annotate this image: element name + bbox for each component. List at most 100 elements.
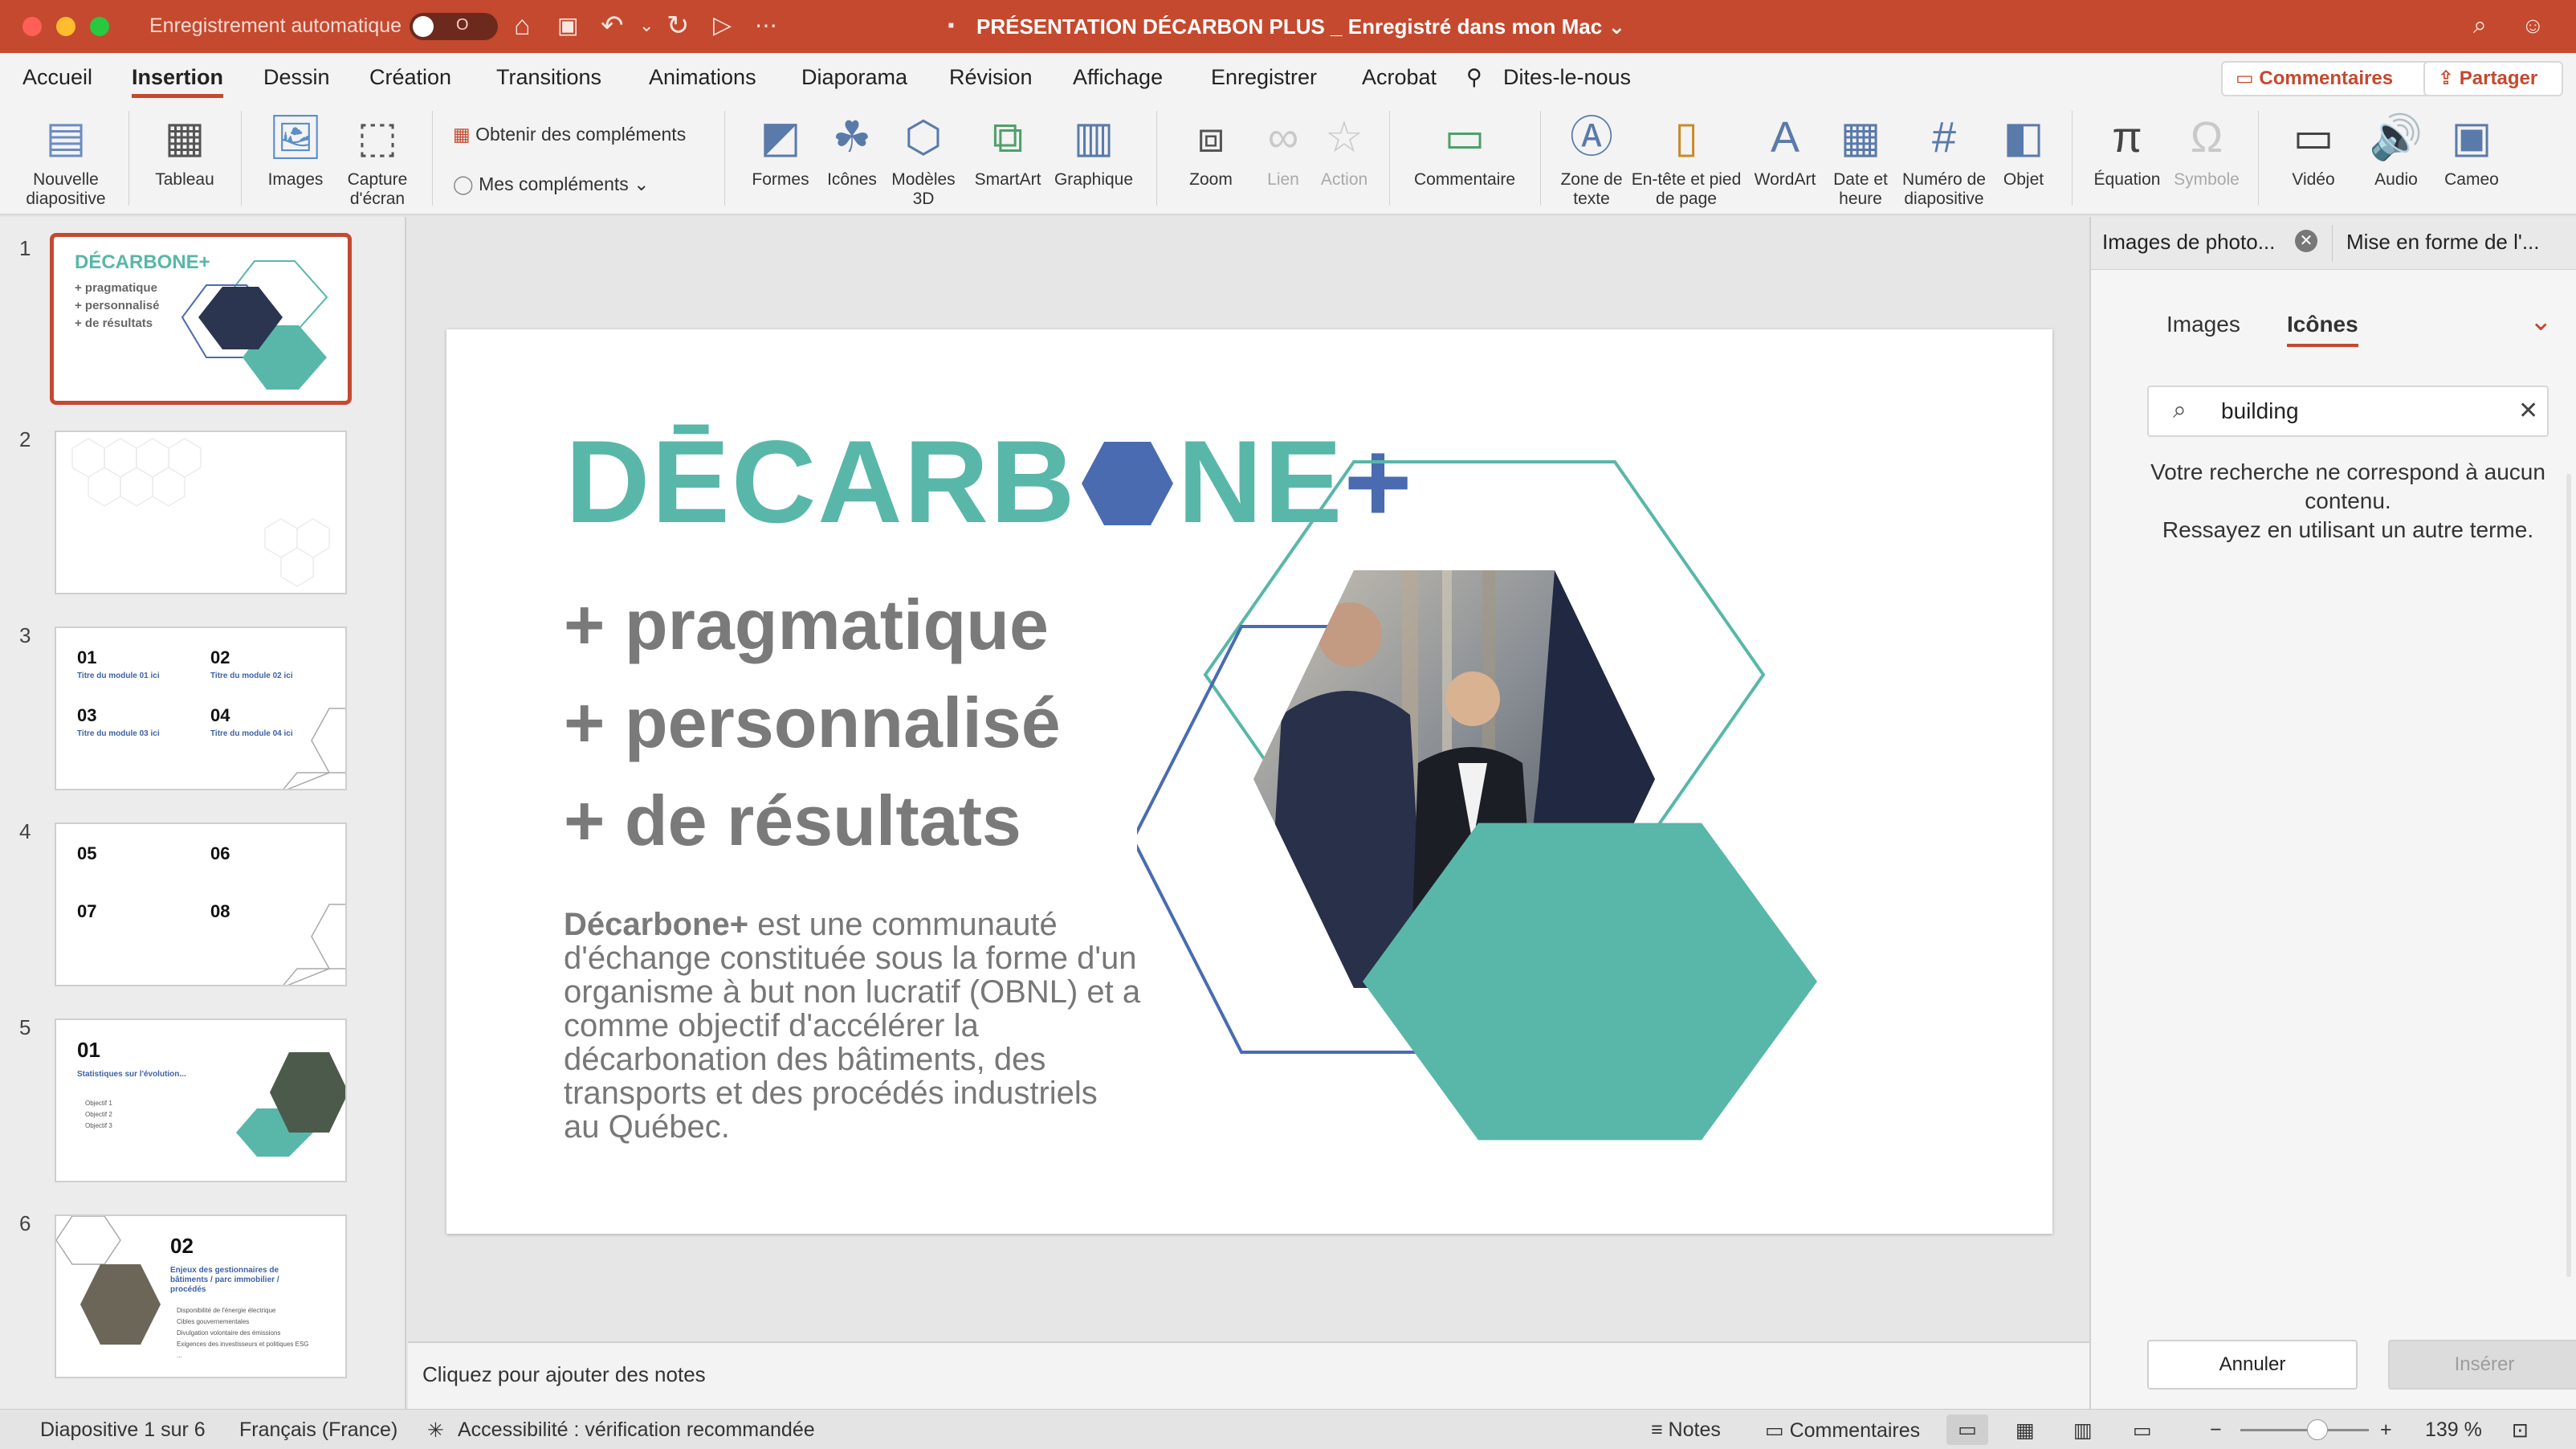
- tab-dessin[interactable]: Dessin: [263, 63, 330, 92]
- insert-button[interactable]: Insérer: [2388, 1340, 2576, 1390]
- get-addins-button[interactable]: ▦ Obtenir des compléments: [453, 122, 686, 146]
- share-person-icon[interactable]: ☺: [2521, 10, 2545, 42]
- accessibility-status[interactable]: Accessibilité : vérification recommandée: [458, 1418, 815, 1442]
- tab-enregistrer[interactable]: Enregistrer: [1211, 63, 1317, 92]
- powerpoint-file-icon: ▪: [948, 14, 955, 36]
- screenshot-button[interactable]: ⬚ Capture d'écran: [337, 109, 418, 209]
- zoom-level[interactable]: 139 %: [2425, 1418, 2482, 1442]
- my-addins-button[interactable]: ◯ Mes compléments ⌄: [453, 172, 649, 196]
- audio-button[interactable]: 🔊 Audio: [2358, 109, 2435, 190]
- ribbon-separator: [724, 111, 725, 206]
- notes-placeholder[interactable]: Cliquez pour ajouter des notes: [422, 1362, 706, 1387]
- cameo-button[interactable]: ▣ Cameo: [2433, 109, 2510, 190]
- tab-tell-me[interactable]: Dites-le-nous: [1503, 63, 1631, 92]
- slide-thumbnail-5[interactable]: 01 Statistiques sur l'évolution... Objec…: [55, 1018, 347, 1182]
- tab-diaporama[interactable]: Diaporama: [801, 63, 907, 92]
- object-button[interactable]: ◧ Objet: [1990, 109, 2057, 190]
- search-icon[interactable]: ⌕: [2473, 10, 2487, 42]
- slide-number-button[interactable]: # Numéro de diapositive: [1893, 109, 1995, 209]
- slide-hexagon-graphic[interactable]: [1137, 329, 1940, 1234]
- symbol-button[interactable]: Ω Symbole: [2168, 109, 2245, 190]
- equation-button[interactable]: π Équation: [2083, 109, 2171, 190]
- tab-insertion[interactable]: Insertion: [132, 63, 224, 98]
- ribbon-separator: [1540, 111, 1541, 206]
- header-footer-button[interactable]: ▯ En-tête et pied de page: [1630, 109, 1742, 209]
- tab-animations[interactable]: Animations: [649, 63, 756, 92]
- fit-slide-icon[interactable]: ⊡: [2512, 1418, 2529, 1443]
- undo-dropdown-icon[interactable]: ⌄: [639, 10, 654, 42]
- slide-sorter-view-button[interactable]: ▦: [2016, 1418, 2035, 1443]
- icon-search-input[interactable]: [2221, 395, 2494, 427]
- chart-button[interactable]: ▥ Graphique: [1049, 109, 1139, 190]
- pane-tab-stock-images[interactable]: Images de photo...: [2102, 230, 2275, 255]
- slideshow-view-button[interactable]: ▭: [2133, 1418, 2152, 1443]
- cancel-button[interactable]: Annuler: [2147, 1340, 2358, 1390]
- document-title[interactable]: PRÉSENTATION DÉCARBON PLUS _ Enregistré …: [976, 14, 1625, 39]
- redo-icon[interactable]: ↻: [666, 10, 690, 42]
- close-pane-icon[interactable]: ✕: [2295, 230, 2317, 252]
- maximize-window-button[interactable]: [90, 17, 109, 36]
- pane-tab-format[interactable]: Mise en forme de l'...: [2346, 230, 2540, 255]
- thumb1-hexagons: [181, 260, 328, 390]
- tagline-personnalise[interactable]: + personnalisé: [564, 683, 1061, 763]
- slide-thumbnail-6[interactable]: 02 Enjeux des gestionnaires de bâtiments…: [55, 1214, 347, 1378]
- comments-toggle[interactable]: ▭ Commentaires: [1765, 1418, 1920, 1443]
- home-icon[interactable]: ⌂: [514, 10, 531, 42]
- more-icon[interactable]: ⋯: [755, 10, 777, 42]
- zoom-out-icon[interactable]: −: [2210, 1418, 2222, 1442]
- slide-thumbnail-2[interactable]: [55, 431, 347, 594]
- close-window-button[interactable]: [22, 17, 42, 36]
- images-button[interactable]: 🖼 Images: [255, 109, 336, 190]
- subtab-images[interactable]: Images: [2166, 312, 2240, 337]
- minimize-window-button[interactable]: [56, 17, 75, 36]
- tagline-pragmatique[interactable]: + pragmatique: [564, 585, 1049, 665]
- zoom-in-icon[interactable]: +: [2380, 1418, 2392, 1442]
- save-icon[interactable]: ▣: [557, 10, 578, 42]
- slide-thumbnail-3[interactable]: 01 Titre du module 01 ici 02 Titre du mo…: [55, 627, 347, 790]
- icons-button[interactable]: ☘ Icônes: [819, 109, 885, 190]
- zoom-slider-knob[interactable]: [2307, 1419, 2328, 1440]
- clear-search-icon[interactable]: ✕: [2518, 397, 2538, 425]
- slide-description[interactable]: Décarbone+ est une communauté d'échange …: [564, 908, 1142, 1144]
- notes-toggle[interactable]: ≡ Notes: [1651, 1418, 1721, 1442]
- smartart-button[interactable]: ⧉ SmartArt: [964, 109, 1052, 190]
- wordart-button[interactable]: A WordArt: [1742, 109, 1828, 190]
- tab-revision[interactable]: Révision: [949, 63, 1033, 92]
- tab-creation[interactable]: Création: [369, 63, 451, 92]
- reading-view-button[interactable]: ▥: [2073, 1418, 2093, 1443]
- tab-accueil[interactable]: Accueil: [22, 63, 92, 92]
- datetime-button[interactable]: ▦ Date et heure: [1824, 109, 1897, 209]
- zoom-slider[interactable]: [2240, 1419, 2369, 1440]
- thumb-number: 5: [19, 1015, 31, 1039]
- tab-affichage[interactable]: Affichage: [1073, 63, 1163, 92]
- textbox-button[interactable]: Ⓐ Zone de texte: [1551, 109, 1632, 209]
- models3d-button[interactable]: ⬡ Modèles 3D: [882, 109, 965, 209]
- link-button[interactable]: ∞ Lien: [1251, 109, 1315, 190]
- comment-button[interactable]: ▭ Commentaire: [1402, 109, 1527, 190]
- notes-pane[interactable]: Cliquez pour ajouter des notes: [408, 1341, 2089, 1409]
- language-indicator[interactable]: Français (France): [239, 1418, 397, 1442]
- current-slide[interactable]: DĒCARB NE+ + pragmatique + personnalisé +…: [446, 329, 2052, 1234]
- undo-icon[interactable]: ↶: [601, 10, 624, 42]
- tab-acrobat[interactable]: Acrobat: [1362, 63, 1437, 92]
- tagline-resultats[interactable]: + de résultats: [564, 781, 1021, 861]
- table-button[interactable]: ▦ Tableau: [143, 109, 226, 190]
- video-button[interactable]: ▭ Vidéo: [2269, 109, 2358, 190]
- autosave-toggle[interactable]: O: [410, 13, 498, 40]
- comments-button[interactable]: ▭ Commentaires: [2221, 61, 2435, 96]
- normal-view-button[interactable]: ▭: [1946, 1414, 1988, 1445]
- slide-thumbnail-4[interactable]: 05 06 07 08: [55, 822, 347, 986]
- subtab-icons[interactable]: Icônes: [2287, 312, 2358, 347]
- present-icon[interactable]: ▷: [713, 10, 732, 42]
- zoom-button[interactable]: ⧈ Zoom: [1172, 109, 1249, 190]
- chevron-down-icon[interactable]: ⌄: [2529, 305, 2553, 337]
- tab-transitions[interactable]: Transitions: [496, 63, 601, 92]
- new-slide-button[interactable]: ▤ Nouvelle diapositive: [10, 109, 122, 209]
- action-button[interactable]: ☆ Action: [1312, 109, 1376, 190]
- share-button[interactable]: ⇪ Partager: [2423, 61, 2563, 96]
- pane-tab-strip: Images de photo... ✕ Mise en forme de l'…: [2091, 217, 2576, 270]
- shapes-button[interactable]: ◩ Formes: [739, 109, 822, 190]
- slide-thumbnail-1[interactable]: DÉCARBONE+ + pragmatique + personnalisé …: [50, 233, 352, 405]
- icon-search-box[interactable]: ⌕ ✕: [2147, 386, 2549, 437]
- pane-scrollbar[interactable]: [2566, 474, 2571, 1277]
